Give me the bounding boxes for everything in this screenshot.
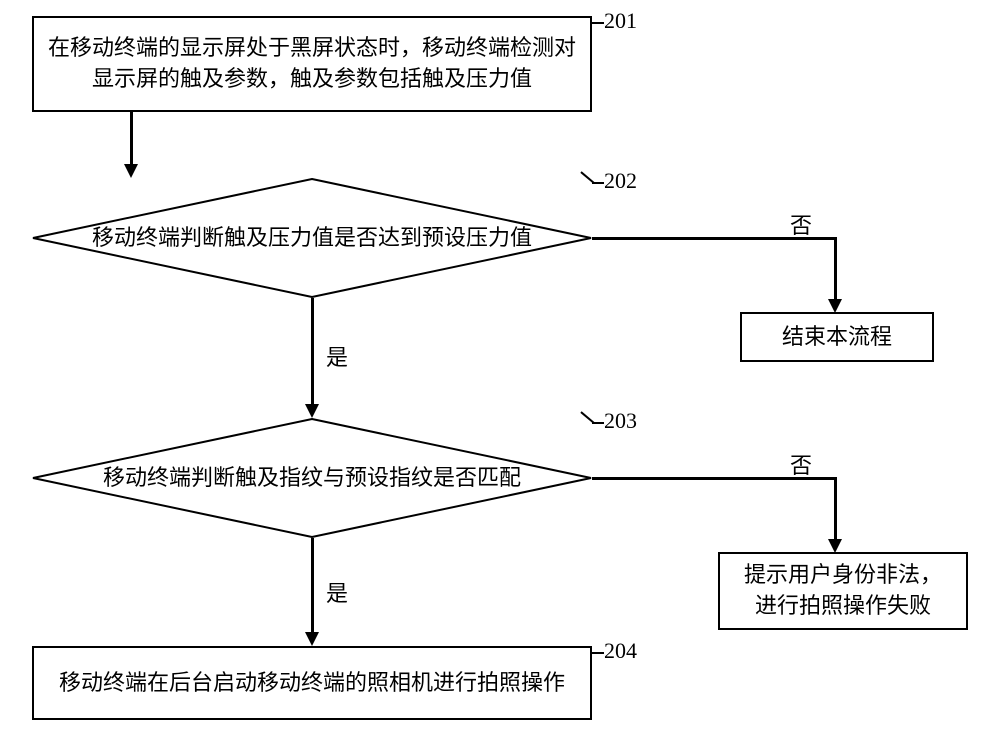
arrowhead-203-204 (305, 632, 319, 646)
step-204-num: 204 (604, 638, 637, 664)
flowchart: 在移动终端的显示屏处于黑屏状态时，移动终端检测对显示屏的触及参数，触及参数包括触… (0, 0, 1000, 736)
arrowhead-202-203 (305, 404, 319, 418)
end-box-text: 结束本流程 (782, 322, 892, 353)
leader-201 (592, 22, 604, 24)
step-201-box: 在移动终端的显示屏处于黑屏状态时，移动终端检测对显示屏的触及参数，触及参数包括触… (32, 16, 592, 112)
step-203-diamond: 移动终端判断触及指纹与预设指纹是否匹配 (32, 418, 592, 538)
label-203-no: 否 (790, 448, 812, 480)
step-203-num: 203 (604, 408, 637, 434)
arrow-203-204 (311, 538, 314, 634)
arrow-203-no-v (834, 477, 837, 541)
arrowhead-201-202 (124, 164, 138, 178)
step-201-text: 在移动终端的显示屏处于黑屏状态时，移动终端检测对显示屏的触及参数，触及参数包括触… (48, 33, 576, 95)
step-202-num: 202 (604, 168, 637, 194)
arrow-202-203 (311, 298, 314, 406)
label-202-no: 否 (790, 208, 812, 240)
label-203-yes: 是 (326, 576, 348, 608)
step-203-text: 移动终端判断触及指纹与预设指纹是否匹配 (103, 463, 521, 494)
step-201-num: 201 (604, 8, 637, 34)
fail-box-text: 提示用户身份非法，进行拍照操作失败 (734, 560, 952, 622)
end-box: 结束本流程 (740, 312, 934, 362)
step-202-diamond: 移动终端判断触及压力值是否达到预设压力值 (32, 178, 592, 298)
arrow-201-202 (130, 112, 133, 166)
step-204-text: 移动终端在后台启动移动终端的照相机进行拍照操作 (59, 668, 565, 699)
label-202-yes: 是 (326, 340, 348, 372)
step-202-text: 移动终端判断触及压力值是否达到预设压力值 (92, 223, 532, 254)
arrowhead-203-no (828, 539, 842, 553)
arrow-202-no-v (834, 237, 837, 301)
arrowhead-202-no (828, 299, 842, 313)
fail-box: 提示用户身份非法，进行拍照操作失败 (718, 552, 968, 630)
step-204-box: 移动终端在后台启动移动终端的照相机进行拍照操作 (32, 646, 592, 720)
leader-204 (592, 652, 604, 654)
